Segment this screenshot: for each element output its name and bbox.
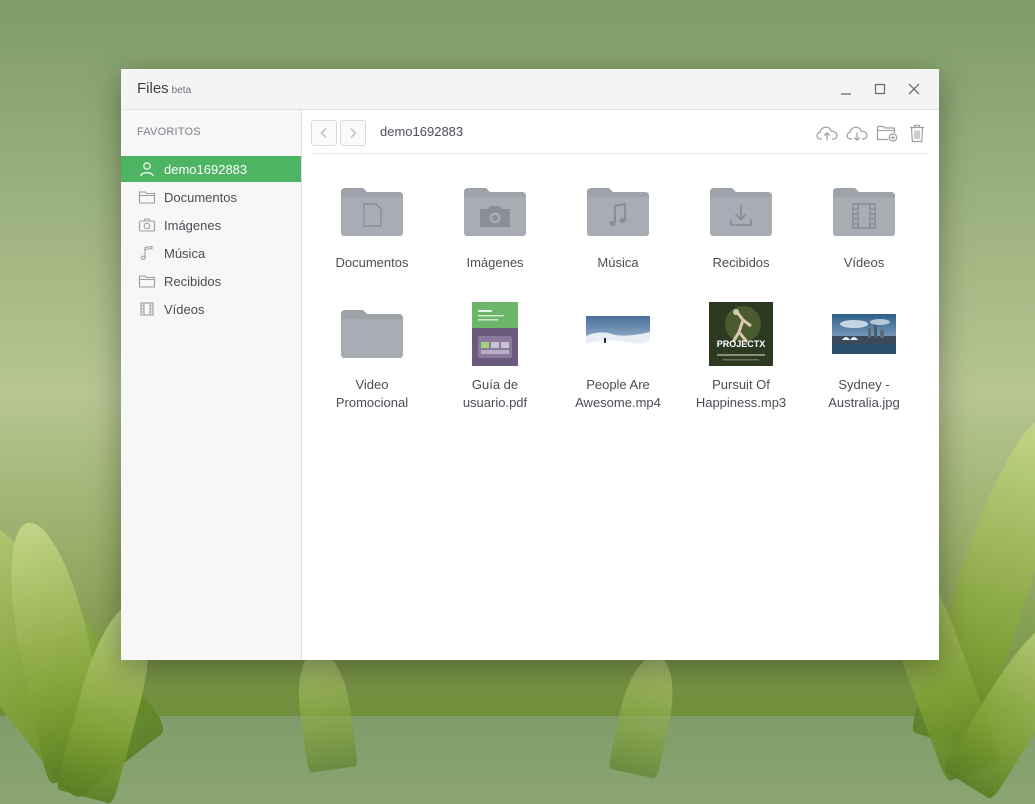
music-note-icon xyxy=(138,244,156,262)
film-icon xyxy=(138,300,156,318)
sidebar-item-recibidos[interactable]: Recibidos xyxy=(121,268,301,294)
delete-button[interactable] xyxy=(906,122,928,144)
chevron-left-icon xyxy=(320,128,327,138)
window-title: Files beta xyxy=(137,80,191,97)
file-name: People Are Awesome.mp4 xyxy=(575,377,661,410)
sidebar-item-imagenes[interactable]: Imágenes xyxy=(121,212,301,238)
image-thumbnail xyxy=(809,298,919,370)
new-folder-button[interactable] xyxy=(876,122,898,144)
app-title: Files xyxy=(137,80,169,97)
sidebar-item-label: Imágenes xyxy=(164,217,222,233)
pdf-thumbnail xyxy=(440,298,550,370)
beta-badge: beta xyxy=(171,85,192,96)
trash-icon xyxy=(910,124,924,143)
sidebar-item-documentos[interactable]: Documentos xyxy=(121,184,301,210)
sidebar-item-label: Vídeos xyxy=(164,301,205,317)
file-name: Recibidos xyxy=(712,255,770,270)
new-folder-icon xyxy=(876,125,898,142)
file-item-guia-pdf[interactable]: Guía de usuario.pdf xyxy=(440,298,550,416)
folder-icon xyxy=(686,176,796,248)
user-icon xyxy=(138,160,156,178)
file-item-people-mp4[interactable]: People Are Awesome.mp4 xyxy=(563,298,673,416)
file-name: Vídeos xyxy=(843,255,885,270)
file-name: Guía de usuario.pdf xyxy=(462,377,528,410)
sidebar: FAVORITOS demo1692883 Documentos Imágene… xyxy=(121,110,302,660)
file-name: Sydney - Australia.jpg xyxy=(828,377,900,410)
sidebar-item-home[interactable]: demo1692883 xyxy=(121,156,301,182)
file-item-imagenes[interactable]: Imágenes xyxy=(440,176,550,294)
download-icon xyxy=(846,126,868,142)
folder-icon xyxy=(563,176,673,248)
sidebar-item-label: demo1692883 xyxy=(164,161,248,177)
folder-icon xyxy=(138,188,156,206)
folder-icon xyxy=(138,272,156,290)
toolbar-divider xyxy=(312,153,929,154)
file-item-musica[interactable]: Música xyxy=(563,176,673,294)
back-button[interactable] xyxy=(311,120,337,146)
file-name: Imágenes xyxy=(466,255,524,270)
files-window: Files beta FAVORITOS demo1692883 Document… xyxy=(121,69,939,660)
maximize-icon xyxy=(874,83,886,95)
upload-icon xyxy=(816,126,838,141)
folder-icon xyxy=(440,176,550,248)
title-bar[interactable]: Files beta xyxy=(121,69,939,110)
file-item-sydney-jpg[interactable]: Sydney - Australia.jpg xyxy=(809,298,919,416)
file-name: Video Promocional xyxy=(335,377,409,410)
sidebar-item-label: Recibidos xyxy=(164,273,222,289)
folder-icon xyxy=(317,298,427,370)
file-item-recibidos[interactable]: Recibidos xyxy=(686,176,796,294)
file-item-video-promocional[interactable]: Video Promocional xyxy=(317,298,427,416)
sidebar-heading: FAVORITOS xyxy=(137,126,201,138)
file-item-videos[interactable]: Vídeos xyxy=(809,176,919,294)
download-button[interactable] xyxy=(846,122,868,144)
video-thumbnail xyxy=(563,298,673,370)
sidebar-item-label: Documentos xyxy=(164,189,237,205)
minimize-button[interactable] xyxy=(836,79,856,99)
main-panel: demo1692883 Documentos Imágenes Música R… xyxy=(302,110,939,660)
sidebar-item-label: Música xyxy=(164,245,206,261)
file-item-pursuit-mp3[interactable]: PROJECTX Pursuit Of Happiness.mp3 xyxy=(686,298,796,416)
album-cover: PROJECTX xyxy=(686,298,796,370)
camera-icon xyxy=(138,216,156,234)
file-item-documentos[interactable]: Documentos xyxy=(317,176,427,294)
folder-icon xyxy=(317,176,427,248)
sidebar-item-videos[interactable]: Vídeos xyxy=(121,296,301,322)
maximize-button[interactable] xyxy=(870,79,890,99)
current-path[interactable]: demo1692883 xyxy=(380,124,463,139)
camera-icon xyxy=(480,206,510,227)
sidebar-item-musica[interactable]: Música xyxy=(121,240,301,266)
chevron-right-icon xyxy=(350,128,357,138)
folder-icon xyxy=(809,176,919,248)
file-name: Música xyxy=(597,255,639,270)
close-icon xyxy=(908,83,920,95)
file-name: Pursuit Of Happiness.mp3 xyxy=(695,377,787,410)
upload-button[interactable] xyxy=(816,122,838,144)
minimize-icon xyxy=(841,93,851,95)
file-name: Documentos xyxy=(335,255,409,270)
close-button[interactable] xyxy=(904,79,924,99)
album-title: PROJECTX xyxy=(717,339,766,349)
forward-button[interactable] xyxy=(340,120,366,146)
